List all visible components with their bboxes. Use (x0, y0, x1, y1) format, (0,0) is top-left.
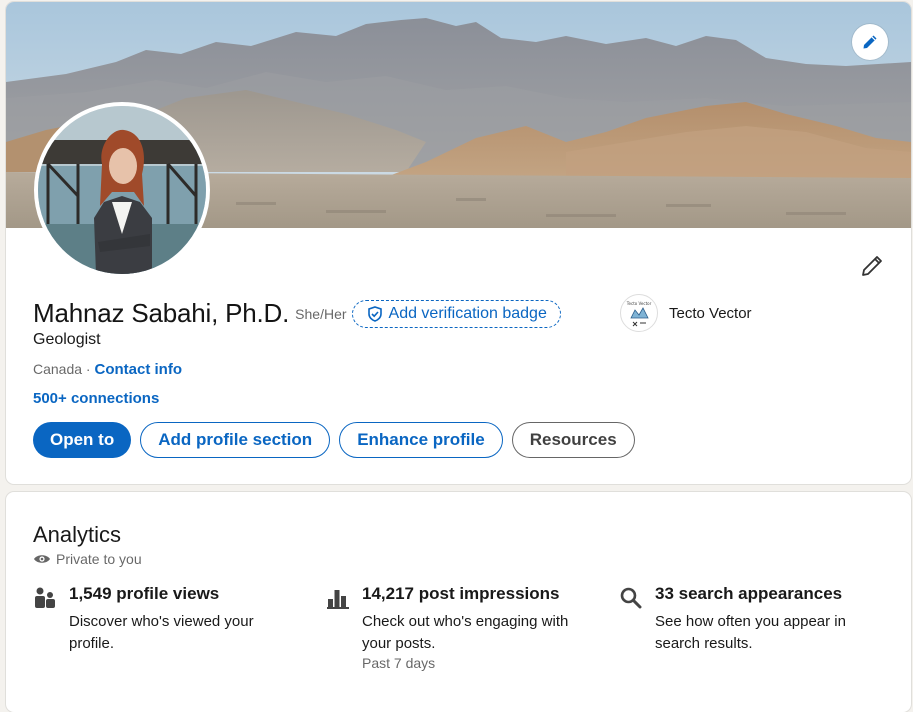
verification-label: Add verification badge (388, 304, 547, 322)
metric-description: Check out who's engaging with your posts… (362, 613, 569, 652)
edit-intro-button[interactable] (852, 246, 892, 286)
metric-title[interactable]: 14,217 post impressions (362, 584, 559, 604)
metric-title[interactable]: 1,549 profile views (69, 584, 219, 604)
company-logo: Tecto Vector (620, 294, 658, 332)
pronouns: She/Her (295, 305, 347, 322)
metric-description: See how often you appear in search resul… (655, 613, 846, 652)
metric-period: Past 7 days (362, 655, 436, 671)
bar-chart-icon (326, 586, 350, 610)
edit-cover-button[interactable] (852, 24, 888, 60)
analytics-title: Analytics (33, 522, 122, 547)
connections-link[interactable]: 500+ connections (33, 390, 159, 407)
search-icon (619, 586, 643, 610)
add-profile-section-button[interactable]: Add profile section (140, 422, 331, 458)
privacy-label: Private to you (56, 551, 142, 567)
company-name: Tecto Vector (669, 304, 752, 322)
name-row: Mahnaz Sabahi, Ph.D. She/Her Add verific… (33, 298, 561, 329)
profile-actions: Open to Add profile section Enhance prof… (33, 422, 635, 458)
metric-title[interactable]: 33 search appearances (655, 584, 842, 604)
privacy-note: Private to you (33, 551, 142, 567)
resources-button[interactable]: Resources (511, 422, 635, 458)
shield-check-icon (367, 305, 383, 322)
profile-photo[interactable] (34, 102, 210, 278)
people-icon (33, 586, 57, 610)
location: Canada (33, 361, 83, 377)
metric-description: Discover who's viewed your profile. (69, 613, 254, 652)
separator: · (82, 361, 95, 377)
open-to-button[interactable]: Open to (33, 422, 132, 458)
contact-info-link[interactable]: Contact info (95, 361, 183, 378)
analytics-card: Analytics Private to you 1,549 profile v… (6, 492, 911, 712)
eye-icon (33, 553, 51, 565)
pencil-icon (862, 34, 878, 50)
company-logo-text: Tecto Vector (626, 301, 652, 306)
profile-card: Mahnaz Sabahi, Ph.D. She/Her Add verific… (6, 2, 911, 484)
enhance-profile-button[interactable]: Enhance profile (339, 422, 503, 458)
headline: Geologist (33, 331, 101, 348)
profile-name: Mahnaz Sabahi, Ph.D. (33, 298, 290, 328)
add-verification-badge-button[interactable]: Add verification badge (351, 299, 561, 328)
current-company[interactable]: Tecto Vector Tecto Vector (620, 294, 752, 332)
pencil-icon (860, 254, 884, 278)
location-row: Canada · Contact info (33, 361, 182, 378)
